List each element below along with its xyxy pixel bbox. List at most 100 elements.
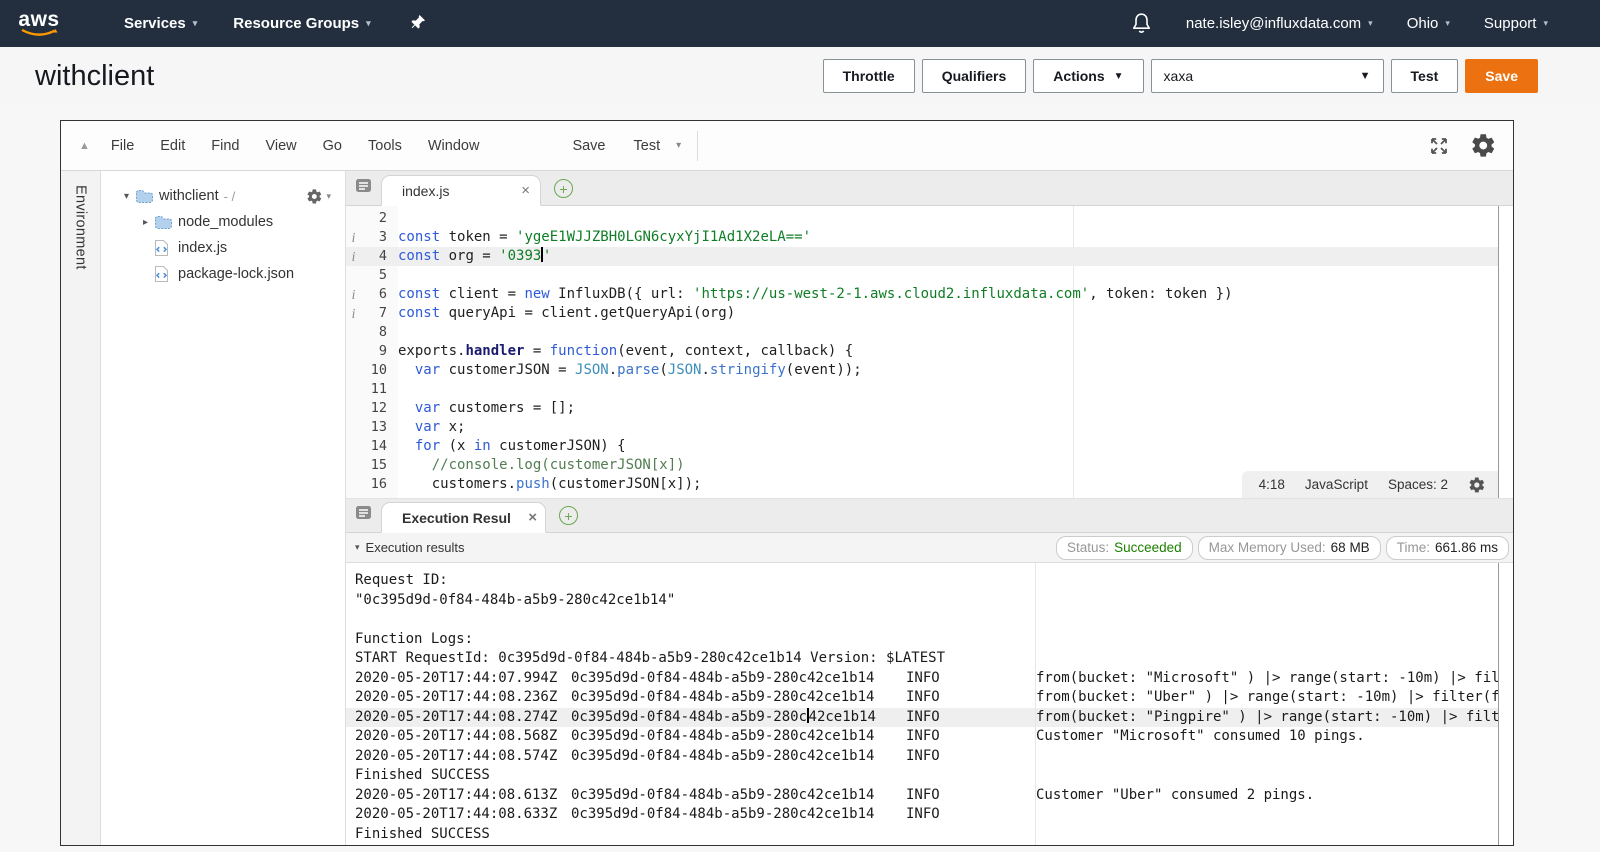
tab-label: Execution Resul: [402, 509, 511, 526]
log-plain-line[interactable]: START RequestId: 0c395d9d-0f84-484b-a5b9…: [346, 649, 1498, 669]
test-button[interactable]: Test: [1390, 59, 1459, 93]
log-plain-line[interactable]: Function Logs:: [346, 630, 1498, 650]
execution-results-label[interactable]: Execution results: [366, 540, 465, 555]
gutter-cell[interactable]: 10: [346, 361, 398, 380]
code-line[interactable]: 11: [346, 380, 1498, 399]
tree-item-index-js[interactable]: index.js: [101, 235, 345, 261]
log-plain-line[interactable]: [346, 610, 1498, 630]
menu-test-button[interactable]: Test: [620, 138, 675, 154]
gutter-cell[interactable]: 12: [346, 399, 398, 418]
save-button[interactable]: Save: [1465, 59, 1538, 93]
nav-account-menu[interactable]: nate.isley@influxdata.com ▾: [1186, 15, 1373, 32]
code-line[interactable]: i 4 const org = '0393 ': [346, 247, 1498, 266]
code-line[interactable]: 12 var customers = [];: [346, 399, 1498, 418]
code-token: '0393: [499, 248, 542, 264]
log-row[interactable]: 2020-05-20T17:44:08.236Z 0c395d9d-0f84-48…: [346, 688, 1498, 708]
nav-resource-groups-menu[interactable]: Resource Groups ▾: [233, 15, 370, 32]
tab-index-js[interactable]: index.js ×: [381, 175, 541, 206]
menu-edit[interactable]: Edit: [147, 138, 198, 154]
collapse-panel-icon[interactable]: ▲: [79, 140, 90, 152]
notifications-bell-icon[interactable]: [1131, 12, 1152, 35]
close-icon[interactable]: ×: [521, 182, 530, 199]
gutter-cell[interactable]: i7: [346, 304, 398, 323]
menu-find[interactable]: Find: [198, 138, 252, 154]
code-line[interactable]: 10 var customerJSON = JSON.parse(JSON.st…: [346, 361, 1498, 380]
code-line[interactable]: 2: [346, 209, 1498, 228]
tree-expand-icon[interactable]: ▾: [118, 191, 135, 202]
gutter-cell[interactable]: i6: [346, 285, 398, 304]
throttle-button[interactable]: Throttle: [822, 59, 915, 93]
language-mode[interactable]: JavaScript: [1305, 477, 1368, 492]
log-plain-line[interactable]: Finished SUCCESS: [346, 766, 1498, 786]
gutter-cell[interactable]: 5: [346, 266, 398, 285]
log-request-id: 0c395d9d-0f84-484b-a5b9-280c42ce1b14: [571, 669, 875, 686]
tab-execution-result[interactable]: Execution Resul ×: [381, 502, 546, 533]
tree-root-withclient[interactable]: ▾ withclient - / ▾: [101, 183, 345, 209]
new-tab-plus-icon[interactable]: +: [554, 179, 573, 198]
log-plain-line[interactable]: "0c395d9d-0f84-484b-a5b9-280c42ce1b14": [346, 591, 1498, 611]
code-line[interactable]: 9 exports.handler = function(event, conte…: [346, 342, 1498, 361]
indent-setting[interactable]: Spaces: 2: [1388, 477, 1448, 492]
log-plain-line[interactable]: Finished SUCCESS: [346, 825, 1498, 845]
menu-window[interactable]: Window: [415, 138, 493, 154]
tree-item-node-modules[interactable]: ▸ node_modules: [101, 209, 345, 235]
log-row[interactable]: 2020-05-20T17:44:08.633Z 0c395d9d-0f84-48…: [346, 805, 1498, 825]
new-tab-plus-icon[interactable]: +: [559, 506, 578, 525]
tree-settings-gear-icon[interactable]: ▾: [306, 188, 331, 205]
gutter-cell[interactable]: 15: [346, 456, 398, 475]
gutter-cell[interactable]: 14: [346, 437, 398, 456]
gutter-cell[interactable]: i4: [346, 247, 398, 266]
menu-view[interactable]: View: [252, 138, 309, 154]
nav-services-menu[interactable]: Services ▾: [124, 15, 197, 32]
log-plain-line[interactable]: Request ID:: [346, 571, 1498, 591]
close-icon[interactable]: ×: [528, 509, 537, 526]
log-row[interactable]: 2020-05-20T17:44:08.574Z 0c395d9d-0f84-48…: [346, 747, 1498, 767]
menu-file[interactable]: File: [98, 138, 147, 154]
menu-go[interactable]: Go: [310, 138, 355, 154]
log-row[interactable]: 2020-05-20T17:44:08.613Z 0c395d9d-0f84-48…: [346, 786, 1498, 806]
menu-tools[interactable]: Tools: [355, 138, 415, 154]
log-row[interactable]: 2020-05-20T17:44:08.568Z 0c395d9d-0f84-48…: [346, 727, 1498, 747]
gutter-cell[interactable]: 9: [346, 342, 398, 361]
editor-settings-gear-icon[interactable]: [1470, 132, 1497, 159]
tree-collapsed-icon[interactable]: ▸: [137, 217, 154, 228]
log-row[interactable]: 2020-05-20T17:44:08.274Z 0c395d9d-0f84-48…: [346, 707, 1498, 727]
gutter-cell[interactable]: 2: [346, 209, 398, 228]
log-row[interactable]: 2020-05-20T17:44:07.994Z 0c395d9d-0f84-48…: [346, 669, 1498, 689]
section-collapse-icon[interactable]: ▾: [355, 542, 360, 553]
code-line[interactable]: 8: [346, 323, 1498, 342]
chevron-down-icon[interactable]: ▾: [676, 140, 681, 151]
statusbar-gear-icon[interactable]: [1468, 476, 1486, 494]
gutter-cell[interactable]: 13: [346, 418, 398, 437]
code-token: var: [414, 419, 441, 435]
nav-support-menu[interactable]: Support ▾: [1484, 15, 1548, 32]
menu-save-button[interactable]: Save: [558, 138, 619, 154]
code-line[interactable]: 13 var x;: [346, 418, 1498, 437]
nav-region-menu[interactable]: Ohio ▾: [1407, 15, 1450, 32]
code-editor[interactable]: 2 i 3 const token = 'ygeE1WJJZBH0LGN6cyxYjI…: [346, 206, 1499, 498]
code-line[interactable]: 14 for (x in customerJSON) {: [346, 437, 1498, 456]
gutter-cell[interactable]: i3: [346, 228, 398, 247]
cursor-position[interactable]: 4:18: [1259, 477, 1285, 492]
gutter-cell[interactable]: 11: [346, 380, 398, 399]
tab-list-icon[interactable]: [355, 178, 372, 198]
pushpin-icon[interactable]: [411, 14, 426, 33]
code-line[interactable]: i 7 const queryApi = client.getQueryApi(or…: [346, 304, 1498, 323]
actions-button[interactable]: Actions ▼: [1033, 59, 1144, 93]
test-event-select[interactable]: xaxa ▼: [1150, 59, 1384, 93]
tab-list-icon[interactable]: [355, 505, 372, 525]
aws-logo[interactable]: aws: [16, 9, 62, 38]
code-line[interactable]: 5: [346, 266, 1498, 285]
code-line[interactable]: i 6 const client = new InfluxDB({ url: 'ht…: [346, 285, 1498, 304]
log-text: Request ID:: [355, 572, 448, 588]
environment-tab[interactable]: Environment: [73, 185, 89, 270]
code-line[interactable]: i 3 const token = 'ygeE1WJJZBH0LGN6cyxYjI1…: [346, 228, 1498, 247]
line-number: 5: [378, 267, 387, 283]
gutter-cell[interactable]: 16: [346, 475, 398, 494]
execution-log-pane[interactable]: Request ID: "0c395d9d-0f84-484b-a5b9-280c…: [346, 563, 1499, 845]
qualifiers-button[interactable]: Qualifiers: [921, 59, 1027, 93]
fullscreen-icon[interactable]: [1428, 135, 1450, 157]
gutter-cell[interactable]: 8: [346, 323, 398, 342]
tree-item-package-lock-json[interactable]: package-lock.json: [101, 261, 345, 287]
